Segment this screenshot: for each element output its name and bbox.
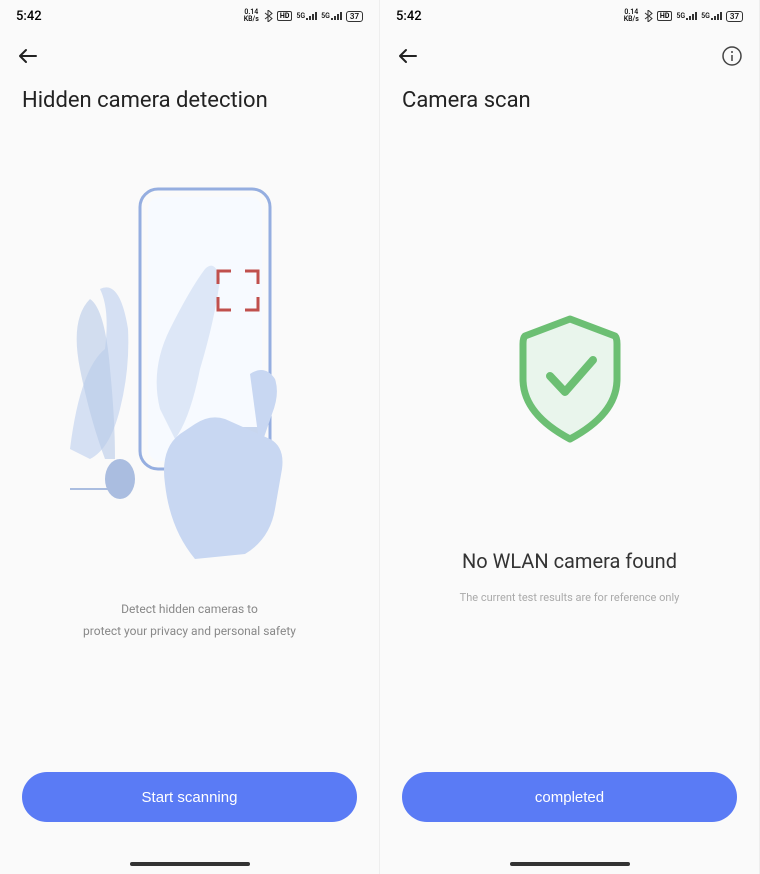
- start-scanning-button[interactable]: Start scanning: [22, 772, 357, 822]
- battery-icon: 37: [346, 11, 363, 22]
- screen-camera-scan-result: 5:42 0.14 KB/s HD 5G 5G 37: [380, 0, 760, 874]
- data-rate-icon: 0.14 KB/s: [244, 9, 259, 23]
- back-icon[interactable]: [16, 44, 40, 68]
- shield-check-icon: [400, 249, 739, 509]
- screen-hidden-camera-detection: 5:42 0.14 KB/s HD 5G 5G 37 H: [0, 0, 380, 874]
- signal-5g-1-icon: 5G: [676, 11, 697, 21]
- description-text: Detect hidden cameras to protect your pr…: [83, 599, 296, 642]
- result-subtitle: The current test results are for referen…: [460, 591, 680, 604]
- home-indicator[interactable]: [130, 862, 250, 866]
- status-indicators: 0.14 KB/s HD 5G 5G 37: [244, 9, 363, 23]
- bluetooth-icon: [263, 10, 273, 22]
- status-indicators: 0.14 KB/s HD 5G 5G 37: [624, 9, 743, 23]
- completed-button[interactable]: completed: [402, 772, 737, 822]
- content-area: 02:36 Detect hidden cameras to protect y…: [0, 129, 379, 642]
- battery-icon: 37: [726, 11, 743, 22]
- page-title: Hidden camera detection: [0, 80, 379, 129]
- back-icon[interactable]: [396, 44, 420, 68]
- signal-5g-2-icon: 5G: [701, 11, 722, 21]
- status-time: 5:42: [396, 9, 422, 24]
- hd-badge-icon: HD: [657, 11, 673, 21]
- result-title: No WLAN camera found: [462, 549, 677, 573]
- nav-bar: [0, 32, 379, 80]
- data-rate-icon: 0.14 KB/s: [624, 9, 639, 23]
- status-time: 5:42: [16, 9, 42, 24]
- bluetooth-icon: [643, 10, 653, 22]
- page-title: Camera scan: [380, 80, 759, 129]
- info-icon[interactable]: [721, 45, 743, 67]
- hd-badge-icon: HD: [277, 11, 293, 21]
- content-area: No WLAN camera found The current test re…: [380, 129, 759, 604]
- desc-line-1: Detect hidden cameras to: [83, 599, 296, 621]
- nav-bar: [380, 32, 759, 80]
- phone-scan-illustration: 02:36: [20, 169, 359, 559]
- status-bar: 5:42 0.14 KB/s HD 5G 5G 37: [380, 0, 759, 32]
- home-indicator[interactable]: [510, 862, 630, 866]
- signal-5g-1-icon: 5G: [296, 11, 317, 21]
- status-bar: 5:42 0.14 KB/s HD 5G 5G 37: [0, 0, 379, 32]
- signal-5g-2-icon: 5G: [321, 11, 342, 21]
- desc-line-2: protect your privacy and personal safety: [83, 621, 296, 643]
